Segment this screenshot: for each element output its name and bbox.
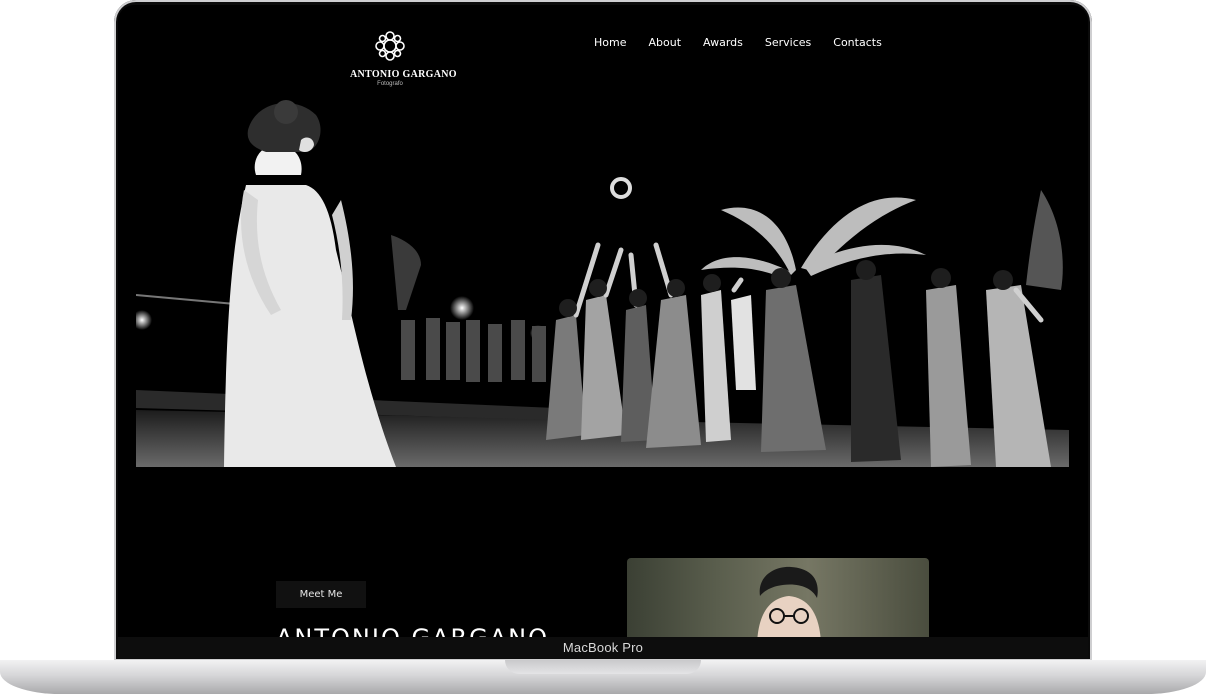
about-title: ANTONIO GARGANO bbox=[276, 624, 549, 637]
portrait-photo bbox=[627, 558, 929, 637]
logo-subtitle: Fotografo bbox=[377, 81, 403, 87]
laptop-screen: ANTONIO GARGANO Fotografo Home About Awa… bbox=[118, 5, 1088, 637]
logo-emblem-icon bbox=[375, 31, 405, 61]
site-logo[interactable]: ANTONIO GARGANO Fotografo bbox=[350, 29, 457, 87]
portrait-figure bbox=[757, 566, 821, 637]
main-nav: Home About Awards Services Contacts bbox=[594, 36, 882, 49]
meet-me-button[interactable]: Meet Me bbox=[276, 581, 366, 608]
device-label: MacBook Pro bbox=[562, 640, 644, 655]
nav-item-services[interactable]: Services bbox=[765, 36, 811, 49]
nav-item-awards[interactable]: Awards bbox=[703, 36, 743, 49]
nav-item-home[interactable]: Home bbox=[594, 36, 626, 49]
hero-photo bbox=[136, 90, 1069, 467]
logo-name: ANTONIO GARGANO bbox=[350, 69, 457, 80]
laptop-chin: MacBook Pro bbox=[118, 637, 1088, 658]
laptop-notch bbox=[505, 660, 701, 674]
nav-item-about[interactable]: About bbox=[648, 36, 681, 49]
nav-item-contacts[interactable]: Contacts bbox=[833, 36, 882, 49]
